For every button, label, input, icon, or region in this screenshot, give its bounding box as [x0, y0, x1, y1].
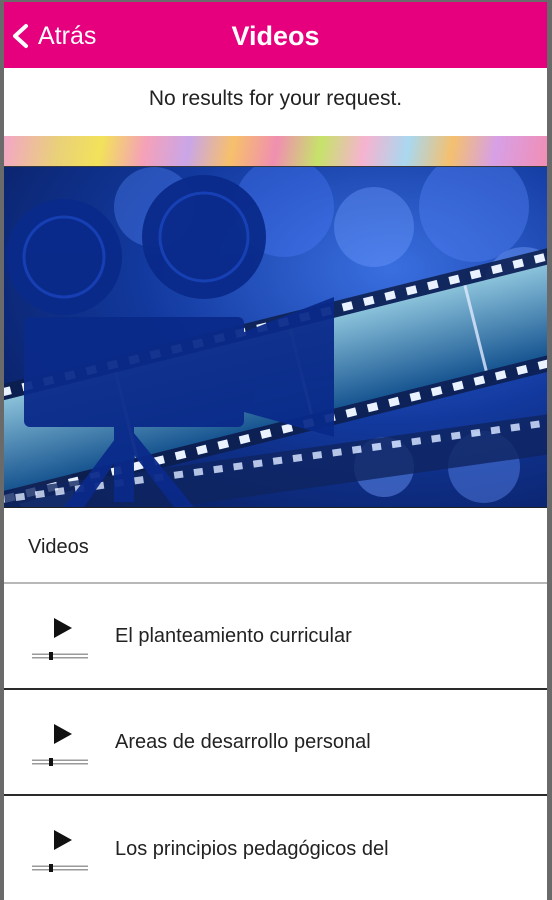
chevron-left-icon	[13, 24, 28, 48]
video-item[interactable]: Areas de desarrollo personal	[4, 690, 547, 796]
no-results-message: No results for your request.	[4, 68, 547, 137]
video-title: El planteamiento curricular	[115, 624, 352, 647]
video-title: Los principios pedagógicos del	[115, 837, 389, 860]
video-title: Areas de desarrollo personal	[115, 730, 371, 753]
play-icon	[32, 830, 88, 872]
back-button[interactable]: Atrás	[10, 16, 96, 56]
section-title: Videos	[4, 508, 547, 584]
video-item[interactable]: Los principios pedagógicos del	[4, 796, 547, 900]
back-label: Atrás	[38, 21, 97, 50]
play-icon	[32, 724, 88, 766]
banner-color-strip	[4, 136, 547, 167]
banner-image	[4, 167, 547, 508]
video-item[interactable]: El planteamiento curricular	[4, 584, 547, 690]
app-header: Atrás Videos	[4, 2, 547, 68]
app-frame: Atrás Videos No results for your request…	[0, 0, 552, 900]
play-icon	[32, 618, 88, 660]
